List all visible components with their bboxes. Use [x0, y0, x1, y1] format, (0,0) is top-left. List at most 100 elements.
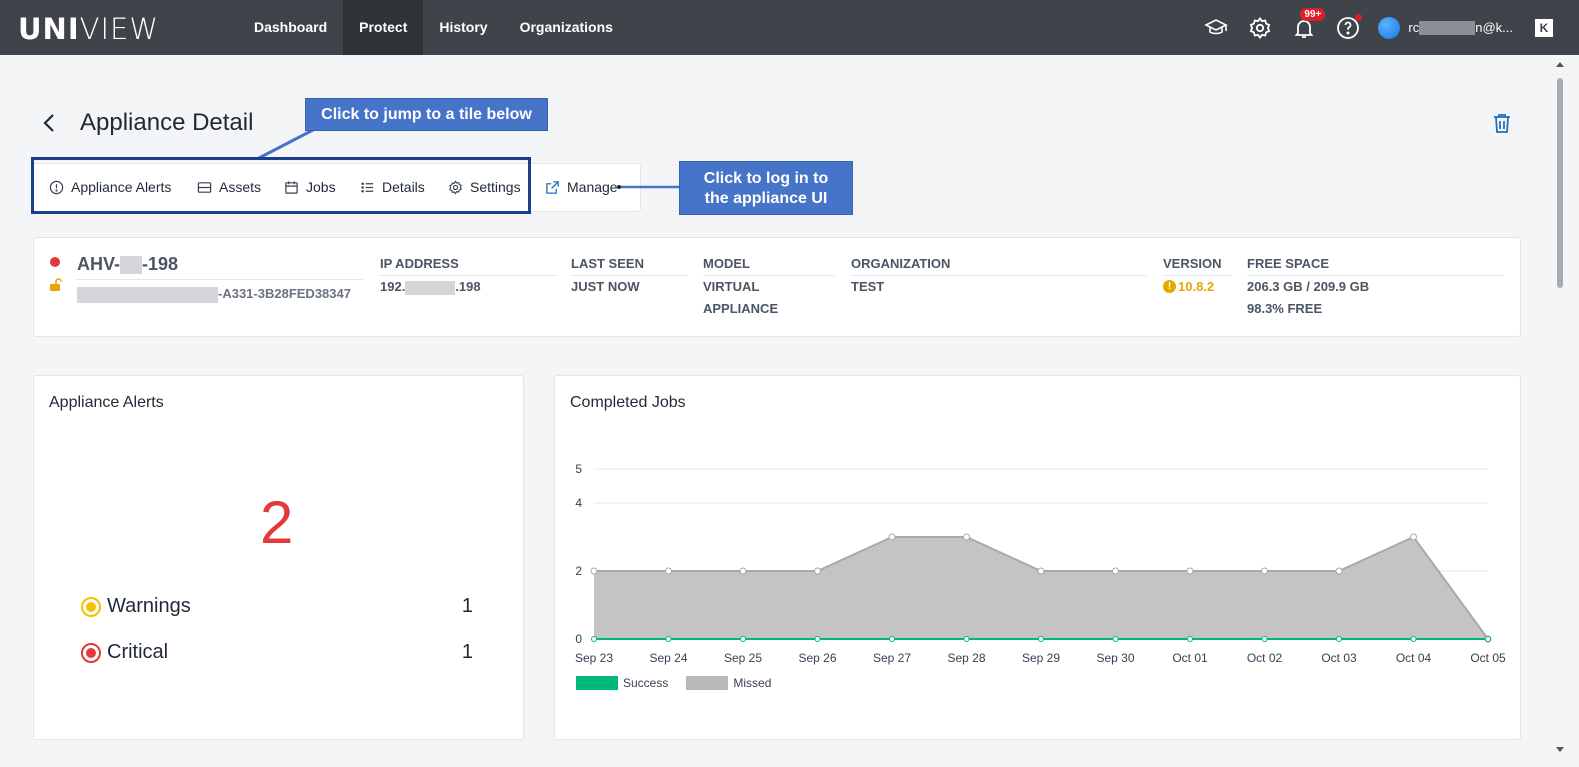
callout-manage-line1: Click to log in to	[703, 170, 829, 187]
missed-area	[594, 537, 1488, 639]
callout-pointer	[617, 185, 680, 189]
success-point	[665, 636, 672, 642]
cog-icon	[449, 179, 462, 195]
free-space-percent: 98.3% FREE	[1247, 301, 1323, 316]
model-label: MODEL	[703, 256, 835, 276]
back-arrow-icon[interactable]	[40, 112, 58, 134]
missed-point	[1112, 567, 1119, 575]
x-tick-label: Oct 03	[1321, 651, 1357, 665]
success-point	[1112, 636, 1119, 642]
main-nav: Dashboard Protect History Organizations	[238, 0, 629, 55]
success-point	[591, 636, 597, 642]
x-tick-label: Sep 28	[947, 651, 985, 665]
missed-point	[1186, 567, 1194, 575]
tab-label: Jobs	[306, 179, 336, 195]
x-tick-label: Sep 29	[1022, 651, 1060, 665]
last-seen-label: LAST SEEN	[571, 256, 687, 276]
alert-label: Critical	[107, 641, 169, 663]
tab-label: Settings	[470, 179, 521, 195]
manage-label: Manage	[567, 179, 618, 195]
external-link-icon	[546, 180, 559, 194]
scroll-up-icon[interactable]	[1555, 60, 1565, 68]
chart-legend: Success Missed	[576, 676, 771, 690]
x-tick-label: Oct 04	[1396, 651, 1432, 665]
organization-value: TEST	[851, 279, 885, 294]
callout-tiles: Click to jump to a tile below	[305, 98, 548, 131]
version-value: ! 10.8.2	[1163, 279, 1214, 294]
x-tick-label: Oct 02	[1247, 651, 1283, 665]
callout-manage: Click to log in to the appliance UI	[679, 161, 853, 215]
missed-point	[1335, 567, 1343, 575]
x-tick-label: Sep 27	[873, 651, 911, 665]
x-tick-label: Sep 30	[1096, 651, 1134, 665]
nav-protect[interactable]: Protect	[343, 0, 424, 55]
user-menu[interactable]: rc n@k...	[1378, 16, 1513, 39]
app-logo[interactable]: UNIVIEW	[18, 12, 159, 46]
y-tick-label: 5	[575, 462, 582, 476]
unlock-icon	[50, 278, 62, 291]
missed-point	[963, 533, 970, 541]
notification-badge: 99+	[1300, 7, 1326, 21]
alert-row-warnings[interactable]: Warnings 1	[81, 595, 473, 618]
ip-address-label: IP ADDRESS	[380, 256, 556, 276]
trash-icon[interactable]	[1490, 111, 1514, 135]
alerts-total-count: 2	[260, 489, 294, 556]
last-seen-value: JUST NOW	[571, 279, 640, 294]
tab-appliance-alerts[interactable]: Appliance Alerts	[49, 179, 171, 195]
alert-circle-icon	[49, 180, 64, 194]
top-navigation-bar: UNIVIEW Dashboard Protect History Organi…	[0, 0, 1579, 55]
organization-label: ORGANIZATION	[851, 256, 1147, 276]
missed-point	[814, 567, 821, 575]
missed-point	[1410, 533, 1417, 541]
scroll-down-icon[interactable]	[1555, 746, 1565, 754]
graduation-cap-icon[interactable]	[1202, 14, 1230, 42]
legend-swatch-success	[576, 676, 618, 690]
topbar-actions: 99+ rc n@k... K	[1202, 0, 1579, 55]
warning-icon: !	[1163, 280, 1176, 293]
nav-history[interactable]: History	[423, 0, 503, 55]
success-point	[1038, 636, 1044, 642]
tab-settings[interactable]: Settings	[448, 179, 521, 195]
y-tick-label: 2	[575, 564, 582, 578]
list-icon	[361, 181, 374, 193]
tab-assets[interactable]: Assets	[197, 179, 261, 195]
missed-point	[1037, 567, 1045, 575]
help-icon[interactable]	[1334, 13, 1363, 42]
completed-jobs-chart: 0 2 4 5 Sep 23 Sep 24 Sep 25 Sep 26 Sep 27 Sep 28…	[575, 462, 1506, 665]
k-app-icon[interactable]: K	[1535, 18, 1553, 37]
free-space-value: 206.3 GB / 209.9 GB	[1247, 279, 1370, 294]
alerts-tile-title: Appliance Alerts	[49, 394, 164, 411]
tab-label: Details	[382, 179, 425, 195]
x-tick-label: Sep 25	[724, 651, 762, 665]
callout-manage-line2: the appliance UI	[704, 190, 828, 207]
scroll-thumb[interactable]	[1557, 78, 1563, 288]
page-scrollbar[interactable]	[1553, 60, 1567, 762]
alert-count: 1	[461, 595, 473, 617]
warning-dot-icon	[81, 596, 101, 617]
jobs-tile-title: Completed Jobs	[570, 394, 686, 411]
alert-row-critical[interactable]: Critical 1	[81, 641, 473, 664]
nav-organizations[interactable]: Organizations	[504, 0, 629, 55]
missed-point	[888, 533, 896, 541]
success-point	[1336, 636, 1342, 642]
success-point	[814, 636, 821, 642]
tab-details[interactable]: Details	[360, 179, 425, 195]
x-tick-label: Sep 24	[649, 651, 687, 665]
model-value-line2: APPLIANCE	[703, 301, 779, 316]
help-alert-dot	[1355, 13, 1363, 21]
legend-swatch-missed	[686, 676, 729, 690]
nav-dashboard[interactable]: Dashboard	[238, 0, 343, 55]
success-point	[1410, 636, 1417, 642]
legend-label-missed: Missed	[733, 676, 772, 690]
appliance-alerts-tile	[33, 375, 524, 740]
model-value-line1: VIRTUAL	[703, 279, 760, 294]
manage-link[interactable]: Manage	[545, 179, 618, 195]
y-tick-label: 4	[575, 496, 582, 510]
bell-icon[interactable]: 99+	[1290, 7, 1326, 42]
tab-jobs[interactable]: Jobs	[284, 179, 336, 195]
free-space-label: FREE SPACE	[1247, 256, 1503, 276]
x-tick-label: Oct 01	[1172, 651, 1208, 665]
user-prefix: rc	[1408, 20, 1420, 35]
y-tick-label: 0	[575, 632, 582, 646]
gear-icon[interactable]	[1246, 14, 1274, 42]
